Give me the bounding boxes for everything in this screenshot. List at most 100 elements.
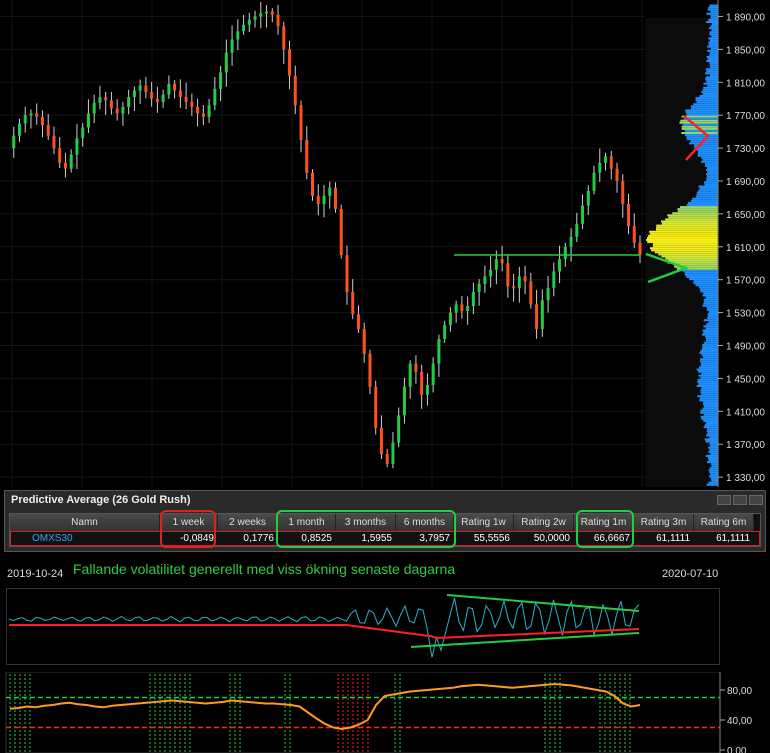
profile-bar (700, 409, 718, 412)
candle-body (529, 281, 533, 305)
candle-body (535, 304, 539, 330)
profile-bar (652, 243, 718, 246)
profile-bar (686, 204, 718, 207)
oscillator-chart[interactable]: 80,00 40,00 0,00 (0, 672, 770, 753)
candle-body (311, 172, 315, 196)
profile-bar (711, 463, 718, 466)
profile-bar (656, 228, 718, 231)
profile-bar (706, 169, 718, 172)
volatility-chart[interactable] (6, 588, 720, 665)
candle-body (523, 276, 527, 282)
candle-body (322, 195, 326, 205)
candle-body (489, 269, 493, 277)
row-name-link[interactable]: OMXS30 (10, 531, 160, 546)
y-tick-label: 1 650,00 (726, 210, 765, 221)
candle-body (621, 180, 625, 205)
candle-body (414, 363, 418, 372)
candle-body (224, 52, 228, 73)
profile-bar (710, 452, 718, 455)
candle-body (408, 363, 412, 387)
candle-body (356, 314, 360, 330)
price-chart[interactable]: 1 890,00 1 850,00 1 810,00 1 770,00 1 730,00… (0, 0, 770, 487)
volatility-line (8, 597, 640, 658)
candle-body (402, 386, 406, 416)
col-header-name[interactable]: Namn (10, 514, 160, 531)
candle-body (345, 255, 349, 293)
profile-bar (702, 333, 718, 336)
profile-bar (710, 66, 718, 69)
candle-body (483, 276, 487, 284)
profile-bar (699, 399, 718, 402)
profile-bar (703, 319, 718, 322)
trend-line-upper (446, 594, 640, 612)
col-header-rating2w[interactable]: Rating 2w (514, 514, 574, 531)
profile-bar (699, 95, 718, 98)
profile-bar (656, 224, 718, 227)
profile-bar (706, 339, 718, 342)
col-header-rating6m[interactable]: Rating 6m (694, 514, 754, 531)
profile-bar (701, 160, 718, 163)
profile-bar (703, 300, 718, 303)
profile-bar (693, 103, 718, 106)
profile-bar (677, 210, 718, 213)
candle-body (155, 98, 159, 103)
profile-bar (697, 154, 718, 157)
profile-bar (702, 92, 718, 95)
profile-bar (701, 90, 718, 93)
profile-bar (681, 125, 718, 128)
candle-body (121, 106, 125, 114)
profile-bar (686, 136, 718, 139)
highlight-1week (160, 510, 216, 548)
profile-bar (709, 74, 718, 77)
candle-body (448, 312, 452, 325)
col-header-2weeks[interactable]: 2 weeks (218, 514, 278, 531)
candle-body (552, 271, 556, 288)
cell-rating2w: 50,0000 (533, 533, 570, 544)
close-button[interactable] (749, 495, 763, 505)
candle-body (517, 276, 521, 288)
maximize-button[interactable] (733, 495, 747, 505)
profile-bar (656, 226, 718, 229)
y-tick-label: 1 450,00 (726, 374, 765, 385)
profile-bar (706, 60, 718, 63)
profile-bar (706, 55, 718, 58)
candle-body (207, 105, 211, 117)
candle-body (190, 102, 194, 107)
candle-body (17, 123, 21, 136)
profile-bar (706, 461, 718, 464)
profile-bar (707, 166, 718, 169)
profile-bar (681, 132, 718, 135)
profile-bar (700, 364, 718, 367)
predictive-average-panel: Predictive Average (26 Gold Rush) Namn 1… (4, 490, 766, 552)
profile-bar (708, 481, 718, 484)
y-tick-label: 1 410,00 (726, 407, 765, 418)
y-tick-label: 1 850,00 (726, 45, 765, 56)
profile-bar (700, 376, 718, 379)
profile-bar (710, 47, 718, 50)
candle-body (115, 108, 119, 114)
profile-bar (708, 321, 718, 324)
candle-body (431, 363, 435, 385)
y-tick-label: 1 610,00 (726, 243, 765, 254)
profile-bar (679, 121, 718, 124)
profile-bar (703, 419, 718, 422)
profile-bar (693, 280, 718, 283)
profile-bar (698, 366, 718, 369)
candle (374, 380, 378, 435)
profile-bar (709, 39, 718, 42)
profile-bar (710, 10, 718, 13)
col-header-rating3m[interactable]: Rating 3m (634, 514, 694, 531)
profile-bar (700, 350, 718, 353)
candle-body (299, 105, 303, 140)
profile-bar (685, 109, 718, 112)
profile-bar (709, 31, 718, 34)
candle-body (196, 106, 200, 114)
profile-bar (706, 177, 718, 180)
col-header-rating1w[interactable]: Rating 1w (454, 514, 514, 531)
profile-bar (708, 310, 718, 313)
profile-bar (703, 401, 718, 404)
y-tick-label: 1 330,00 (726, 473, 765, 484)
minimize-button[interactable] (717, 495, 731, 505)
profile-bar (693, 282, 718, 285)
profile-bar (703, 181, 718, 184)
